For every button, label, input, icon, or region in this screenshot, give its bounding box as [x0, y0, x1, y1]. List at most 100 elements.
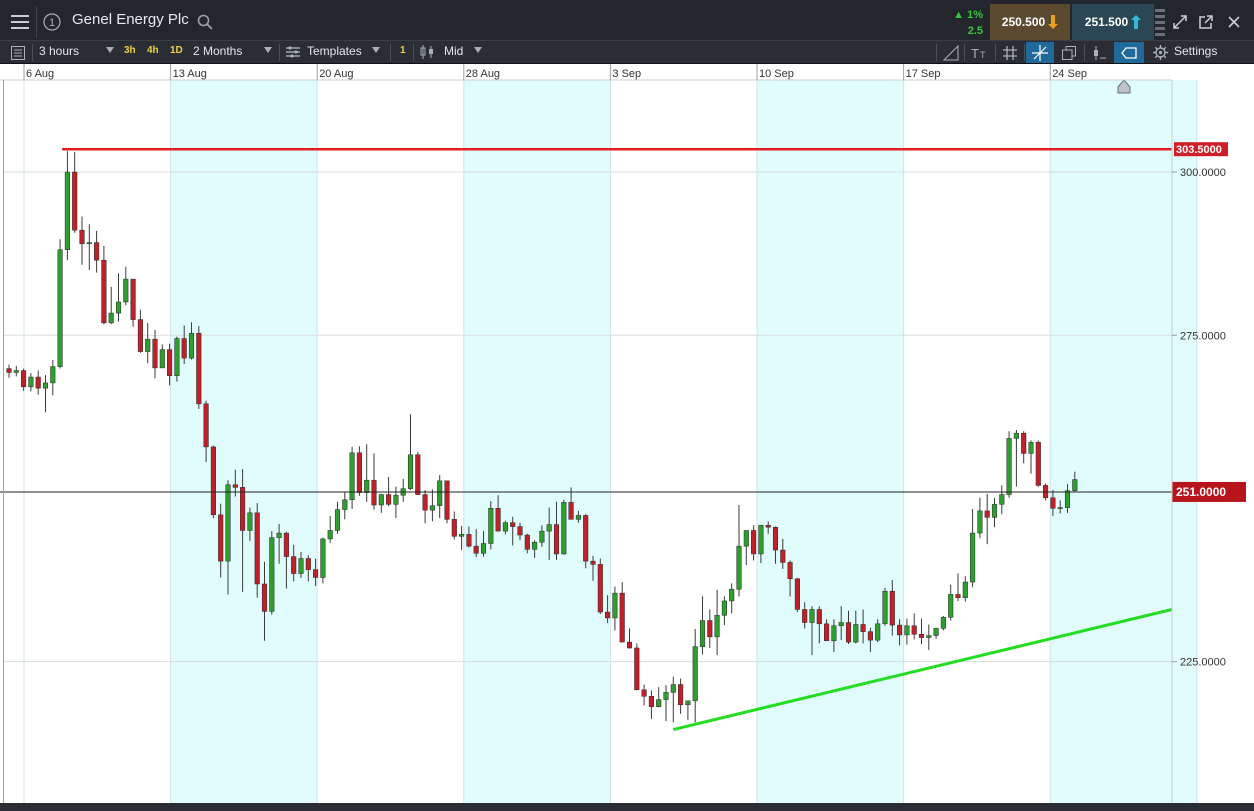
candle-body [28, 376, 34, 388]
expand-icon[interactable] [1170, 12, 1190, 32]
candle-body [911, 625, 917, 635]
candle-body [225, 484, 231, 562]
candle-body [612, 592, 618, 619]
candle-body [904, 625, 910, 636]
candle-body [845, 622, 852, 643]
x-tick-label: 13 Aug [173, 68, 207, 80]
candle-body [123, 278, 129, 303]
divider [1024, 44, 1025, 61]
candle-body [765, 524, 771, 528]
candle-body [21, 370, 27, 388]
candle-body [889, 590, 895, 626]
candle-body [597, 564, 603, 613]
candle-body [546, 524, 552, 532]
chevron-down-icon [264, 47, 272, 53]
candle-body [699, 620, 706, 647]
templates-count-badge[interactable]: 1 [400, 45, 406, 56]
candle-body [663, 692, 669, 700]
search-icon[interactable] [196, 13, 214, 31]
candle-body [101, 259, 107, 324]
candle-body [261, 583, 268, 612]
candle-body [583, 515, 589, 562]
candle-body [152, 338, 158, 369]
candle-body [364, 479, 370, 493]
templates-label: Templates [307, 44, 362, 58]
x-tick-label: 28 Aug [466, 68, 500, 80]
candle-body [692, 646, 698, 702]
copy-layers-icon[interactable] [1058, 43, 1080, 62]
price-chart[interactable]: 303.5000 251.0000 6 Aug 13 Aug 20 Aug 28 Aug… [0, 64, 1254, 804]
candle-body [291, 556, 297, 574]
crosshair-icon[interactable] [1026, 42, 1054, 63]
candle-body [145, 338, 151, 352]
x-tick-label: 24 Sep [1052, 68, 1087, 80]
settings-button[interactable]: Settings [1174, 44, 1217, 58]
candle-body [393, 494, 399, 505]
range-dropdown[interactable]: 2 Months [188, 41, 276, 63]
candle-body [641, 689, 647, 697]
candle-body [948, 594, 954, 618]
candle-body [838, 622, 844, 627]
candle-body [634, 647, 640, 691]
candle-body [787, 562, 793, 580]
candle-body [188, 333, 195, 359]
candle-body [502, 522, 508, 532]
text-tool-icon[interactable]: TT [968, 43, 992, 62]
buy-price: 251.500 [1084, 15, 1129, 29]
price-change: ▲ 1% 2.5 [925, 6, 989, 40]
quick-interval-4h[interactable]: 4h [147, 45, 159, 56]
candle-body [517, 526, 523, 536]
buy-button[interactable]: 251.500 [1072, 4, 1154, 40]
candle-body [568, 502, 574, 520]
candle-body [1013, 432, 1019, 439]
candle-body [794, 578, 800, 610]
chart-number-icon[interactable]: 1 [42, 12, 62, 32]
candle-body [743, 530, 749, 547]
sell-price: 250.500 [1001, 15, 1046, 29]
draw-line-icon[interactable] [940, 43, 962, 62]
week-band [463, 80, 611, 804]
candle-body [459, 534, 465, 537]
change-percent: ▲ 1% [953, 9, 983, 21]
list-icon[interactable] [8, 43, 28, 62]
candle-body [473, 545, 479, 554]
candle-body [867, 631, 873, 641]
candle-body [970, 532, 976, 583]
price-type-dropdown[interactable]: Mid [416, 41, 490, 63]
quick-interval-1d[interactable]: 1D [170, 45, 183, 56]
gear-icon[interactable] [1150, 43, 1170, 62]
candle-body [79, 229, 85, 245]
week-band [757, 80, 904, 804]
chart-area[interactable]: 303.5000 251.0000 6 Aug 13 Aug 20 Aug 28 Aug… [0, 64, 1254, 804]
candle-body [897, 624, 903, 636]
candle-body [714, 615, 720, 638]
y-tick-label: 300.0000 [1180, 167, 1226, 179]
drag-handle-icon[interactable] [1154, 8, 1166, 38]
candle-body [495, 508, 501, 532]
price-label-icon[interactable] [1114, 42, 1144, 63]
candle-body [1057, 507, 1063, 509]
candle-body [831, 625, 837, 642]
menu-icon[interactable] [8, 10, 32, 34]
sell-button[interactable]: 250.500 [990, 4, 1070, 40]
interval-dropdown[interactable]: 3 hours [34, 41, 118, 63]
indicator-icon[interactable] [1088, 43, 1110, 62]
candle-body [444, 480, 450, 520]
candle-body [269, 537, 275, 612]
popout-icon[interactable] [1196, 12, 1216, 32]
templates-dropdown[interactable]: Templates [282, 41, 390, 63]
candle-body [203, 403, 209, 448]
candle-body [342, 499, 348, 510]
candle-body [196, 333, 202, 405]
candle-body [247, 512, 253, 531]
quick-interval-3h[interactable]: 3h [124, 45, 136, 56]
templates-icon [286, 46, 300, 58]
candle-body [853, 624, 859, 643]
close-icon[interactable] [1224, 12, 1244, 32]
grid-icon[interactable] [999, 43, 1021, 62]
candle-body [415, 454, 421, 495]
change-percent-value: 1% [967, 9, 983, 21]
current-price-label: 251.0000 [1176, 485, 1226, 499]
candle-body [1072, 479, 1078, 491]
candle-body [349, 452, 355, 501]
